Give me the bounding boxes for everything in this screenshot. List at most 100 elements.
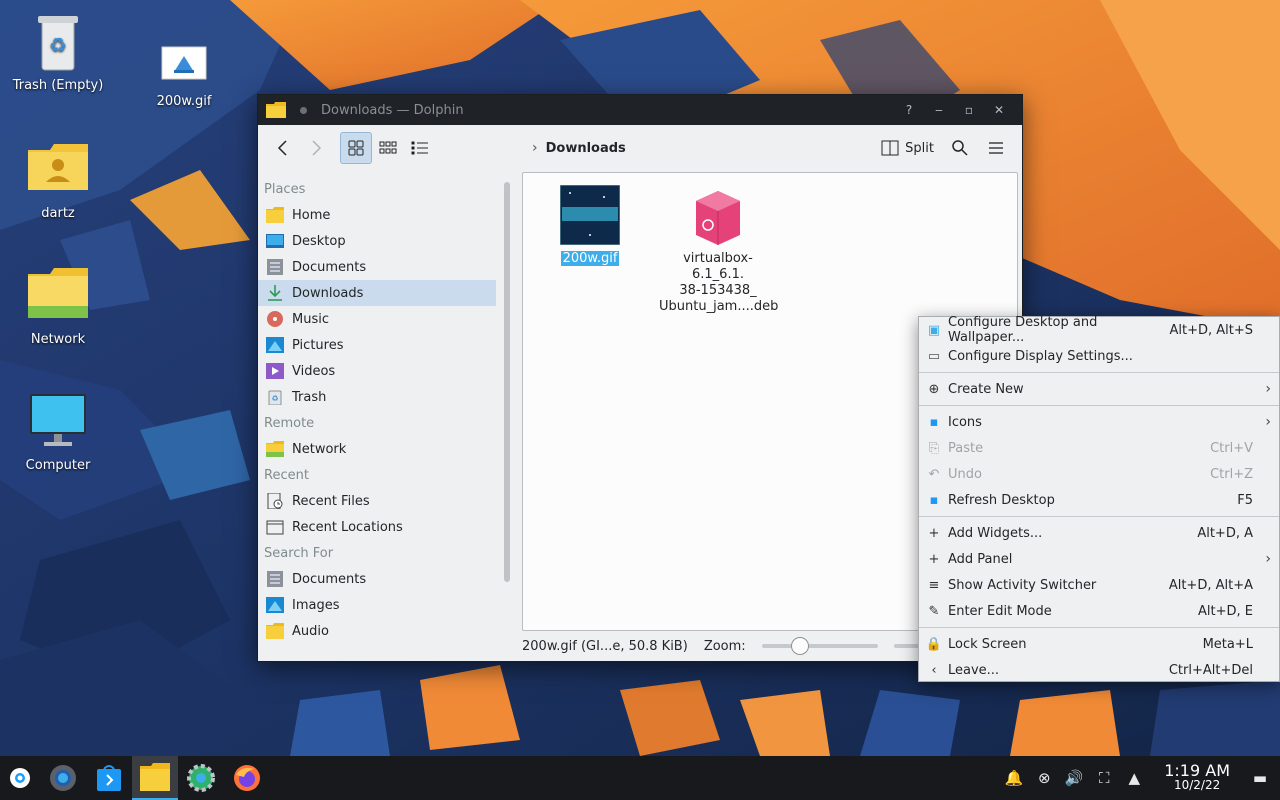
file-item[interactable]: virtualbox-6.1_6.1. 38-153438_ Ubuntu_ja…	[659, 185, 779, 315]
chevron-right-icon: ›	[1265, 551, 1271, 567]
place-recent-files[interactable]: Recent Files	[258, 488, 496, 514]
place-label: Videos	[292, 363, 336, 379]
app-launcher-button[interactable]	[0, 756, 40, 800]
desktop-trash[interactable]: ♻ Trash (Empty)	[3, 12, 113, 94]
deb-package-icon	[696, 191, 740, 245]
desktop-gif-file[interactable]: 200w.gif	[129, 46, 239, 110]
task-firefox[interactable]	[224, 756, 270, 800]
menu-item-enter-edit-mode[interactable]: ✎ Enter Edit Mode Alt+D, E	[919, 598, 1279, 624]
place-label: Network	[292, 441, 347, 457]
menu-item-refresh-desktop[interactable]: ▪ Refresh Desktop F5	[919, 487, 1279, 513]
task-settings-discover[interactable]	[40, 756, 86, 800]
breadcrumb[interactable]: › Downloads	[532, 140, 626, 156]
zoom-slider-handle[interactable]	[791, 637, 810, 655]
place-trash[interactable]: ♻ Trash	[258, 384, 496, 410]
place-downloads[interactable]: Downloads	[258, 280, 496, 306]
show-desktop-icon[interactable]: ▬	[1250, 769, 1270, 787]
menu-item-shortcut: Alt+D, Alt+A	[1168, 577, 1253, 593]
breadcrumb-current[interactable]: Downloads	[546, 141, 626, 156]
status-info: 200w.gif (GI...e, 50.8 KiB)	[522, 638, 688, 654]
menu-item-add-widgets[interactable]: + Add Widgets... Alt+D, A	[919, 520, 1279, 546]
computer-icon	[30, 394, 86, 446]
system-tray: 🔔 ⊗ 🔊 ⛶ ▲ 1:19 AM 10/2/22 ▬	[1004, 763, 1280, 793]
activities-icon: ≡	[928, 577, 940, 593]
display-icon: ▭	[927, 348, 941, 364]
toolbar: › Downloads Split	[258, 125, 1022, 171]
desktop-home-folder[interactable]: dartz	[3, 140, 113, 222]
place-home[interactable]: Home	[258, 202, 496, 228]
place-label: Audio	[292, 623, 329, 639]
volume-icon[interactable]: 🔊	[1064, 769, 1084, 787]
steam-tray-icon[interactable]: ⊗	[1034, 769, 1054, 787]
place-pictures[interactable]: Pictures	[258, 332, 496, 358]
search-icon	[952, 140, 968, 156]
menu-item-label: Configure Display Settings...	[948, 348, 1133, 364]
music-icon	[267, 311, 283, 327]
menu-item-label: Add Panel	[948, 551, 1013, 567]
search-documents[interactable]: Documents	[258, 566, 496, 592]
keep-above-icon[interactable]	[300, 106, 307, 114]
back-button[interactable]	[268, 132, 300, 164]
maximize-button[interactable]: ▫	[954, 103, 984, 117]
task-discover[interactable]	[86, 756, 132, 800]
menu-item-lock-screen[interactable]: 🔒 Lock Screen Meta+L	[919, 631, 1279, 657]
window-titlebar[interactable]: Downloads — Dolphin ? ‒ ▫ ✕	[258, 95, 1022, 125]
dolphin-app-icon	[266, 102, 286, 118]
network-status-icon[interactable]: ⛶	[1094, 769, 1114, 787]
desktop-icon	[266, 234, 284, 248]
search-button[interactable]	[944, 132, 976, 164]
search-images[interactable]: Images	[258, 592, 496, 618]
task-dolphin[interactable]	[132, 756, 178, 800]
menu-item-configure-desktop-and-wallpaper[interactable]: ▣ Configure Desktop and Wallpaper... Alt+D…	[919, 315, 1279, 345]
place-desktop[interactable]: Desktop	[258, 228, 496, 254]
forward-button[interactable]	[300, 132, 332, 164]
file-item[interactable]: 200w.gif	[531, 185, 649, 267]
menu-item-create-new[interactable]: ⊕ Create New ›	[919, 376, 1279, 402]
menu-item-shortcut: Meta+L	[1202, 636, 1253, 652]
chevron-up-icon[interactable]: ▲	[1124, 769, 1144, 787]
plus-icon: +	[928, 551, 940, 567]
section-search: Search For	[264, 546, 334, 561]
menu-item-add-panel[interactable]: + Add Panel ›	[919, 546, 1279, 572]
notifications-icon[interactable]: 🔔	[1004, 769, 1024, 787]
zoom-slider[interactable]	[761, 637, 878, 655]
place-music[interactable]: Music	[258, 306, 496, 332]
dolphin-window[interactable]: Downloads — Dolphin ? ‒ ▫ ✕ › Downloads	[257, 94, 1023, 662]
split-button[interactable]: Split	[875, 132, 940, 164]
file-name-line: Ubuntu_jam....deb	[659, 299, 779, 314]
menu-item-icons[interactable]: ▪ Icons ›	[919, 409, 1279, 435]
image-file-icon	[161, 46, 207, 80]
window-title: Downloads — Dolphin	[321, 102, 464, 118]
menu-item-leave[interactable]: ‹ Leave... Ctrl+Alt+Del	[919, 657, 1279, 683]
icons-view-button[interactable]	[340, 132, 372, 164]
task-system-settings[interactable]	[178, 756, 224, 800]
menu-item-shortcut: Alt+D, A	[1197, 525, 1253, 541]
menu-item-configure-display-settings[interactable]: ▭ Configure Display Settings...	[919, 343, 1279, 369]
place-network[interactable]: Network	[258, 436, 496, 462]
place-documents[interactable]: Documents	[258, 254, 496, 280]
menu-separator	[919, 405, 1279, 406]
place-videos[interactable]: Videos	[258, 358, 496, 384]
section-places: Places	[264, 182, 306, 197]
search-audio[interactable]: Audio	[258, 618, 496, 644]
close-button[interactable]: ✕	[984, 103, 1014, 117]
menu-item-label: Paste	[948, 440, 984, 456]
place-label: Documents	[292, 571, 367, 587]
place-label: Recent Files	[292, 493, 370, 509]
places-scrollbar[interactable]	[504, 182, 510, 582]
clock[interactable]: 1:19 AM 10/2/22	[1164, 763, 1230, 793]
compact-view-button[interactable]	[372, 132, 404, 164]
menu-button[interactable]	[980, 132, 1012, 164]
place-recent-locations[interactable]: Recent Locations	[258, 514, 496, 540]
desktop-computer[interactable]: Computer	[3, 392, 113, 474]
menu-item-label: Refresh Desktop	[948, 492, 1055, 508]
videos-icon	[266, 363, 284, 379]
details-view-button[interactable]	[404, 132, 436, 164]
desktop-network[interactable]: Network	[3, 266, 113, 348]
undo-icon: ↶	[928, 466, 940, 482]
menu-item-show-activity-switcher[interactable]: ≡ Show Activity Switcher Alt+D, Alt+A	[919, 572, 1279, 598]
minimize-button[interactable]: ‒	[924, 103, 954, 117]
help-button[interactable]: ?	[894, 103, 924, 117]
menu-separator	[919, 516, 1279, 517]
menu-item-label: Show Activity Switcher	[948, 577, 1097, 593]
